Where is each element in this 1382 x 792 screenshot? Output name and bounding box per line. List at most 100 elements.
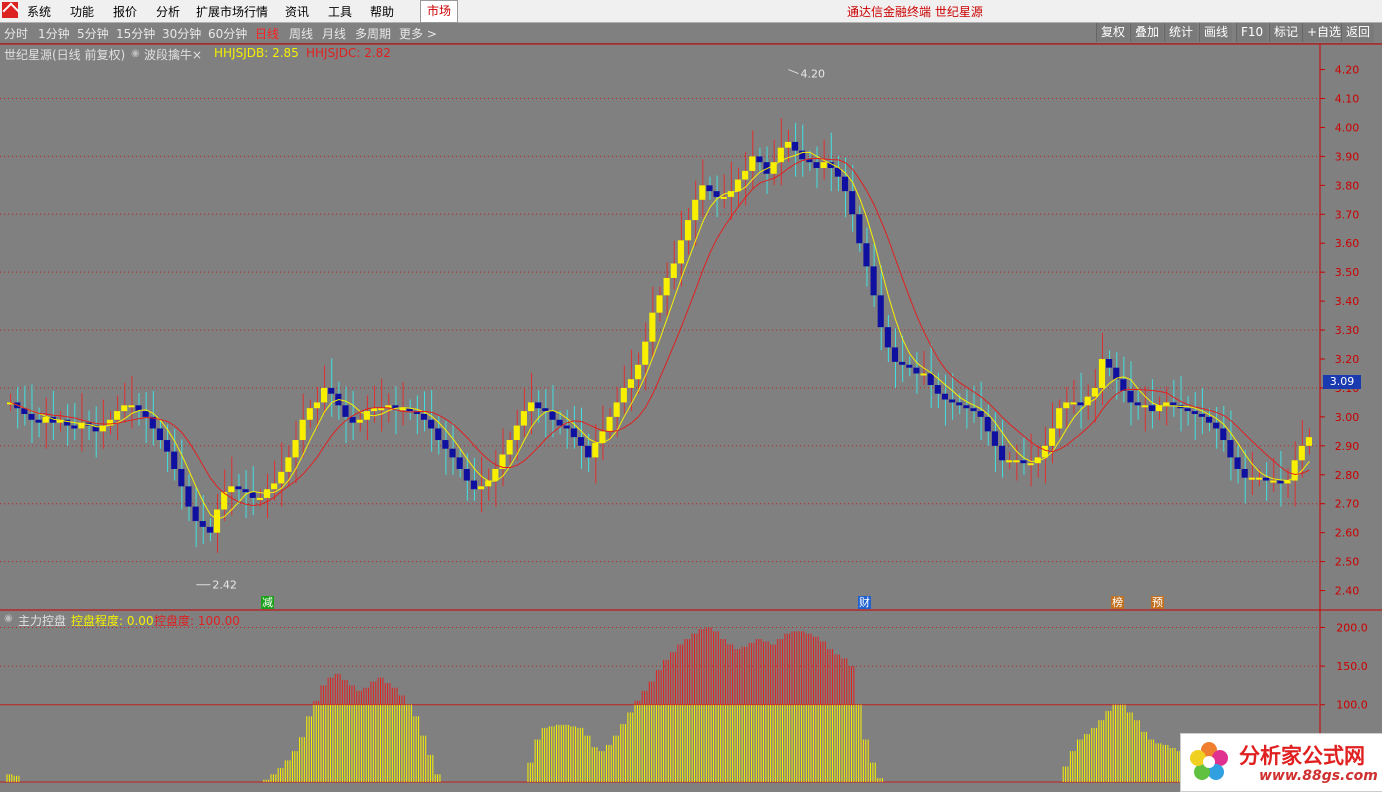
watermark-title: 分析家公式网 (1239, 744, 1365, 768)
kline-chart[interactable]: 4.20 4.10 4.00 3.90 3.80 3.70 3.60 3.50 3.40 3.30… (0, 0, 1382, 790)
candle-body (399, 408, 406, 411)
candle-body (563, 425, 570, 429)
candle-body (742, 170, 749, 180)
candle-body (370, 408, 378, 412)
candle-body (449, 448, 456, 458)
candle-body (949, 399, 956, 403)
candle-body (1127, 390, 1134, 403)
candle-body (841, 176, 849, 192)
candle-body (627, 379, 635, 388)
candle-body (1163, 402, 1170, 406)
event-marker-rank[interactable]: 榜 (1111, 596, 1124, 609)
candle-body (156, 428, 164, 441)
candle-body (1048, 428, 1056, 446)
candle-body (577, 437, 585, 446)
candle-body (313, 402, 321, 409)
candle-body (635, 364, 642, 380)
candle-body (292, 440, 299, 458)
candle-body (699, 185, 706, 200)
candle-body (428, 419, 435, 429)
candle-body (977, 411, 984, 417)
candle-body (520, 411, 527, 426)
event-marker-forecast[interactable]: 预 (1151, 596, 1164, 609)
price-tick-label: 2.70 (1335, 498, 1360, 511)
candle-body (613, 402, 620, 417)
candle-body (1220, 428, 1227, 441)
candle-body (877, 295, 884, 328)
candle-body (178, 468, 185, 487)
high-mark-label: 4.20 (800, 68, 825, 81)
candle-body (941, 393, 949, 400)
candle-body (991, 431, 998, 446)
candle-body (820, 162, 827, 168)
candle-body (456, 457, 463, 469)
candle-body (542, 408, 549, 412)
candle-body (1141, 405, 1148, 408)
price-tick-label: 2.50 (1335, 556, 1360, 569)
event-marker-reduce[interactable]: 减 (261, 596, 274, 609)
candle-body (513, 425, 520, 441)
candle-body (506, 440, 513, 455)
candle-body (677, 240, 684, 264)
candle-body (35, 419, 42, 423)
candle-body (299, 419, 306, 441)
candle-body (656, 295, 663, 313)
candle-body (1305, 437, 1312, 446)
candle-body (599, 431, 606, 443)
candle-body (28, 413, 35, 420)
candle-body (114, 411, 121, 420)
moving-average-series (10, 151, 1310, 520)
candle-body (1041, 445, 1048, 458)
candlestick-series (7, 118, 1312, 553)
price-tick-label: 2.40 (1335, 585, 1360, 598)
candle-body (792, 141, 799, 151)
candle-body (813, 162, 820, 168)
candle-body (749, 156, 756, 171)
chart-grid (0, 43, 1382, 790)
candle-body (1298, 445, 1305, 461)
candle-body (720, 196, 727, 199)
candle-body (470, 480, 478, 490)
candle-body (956, 402, 963, 406)
candle-body (1120, 379, 1127, 391)
candle-body (1255, 477, 1263, 480)
candle-body (128, 405, 135, 408)
low-mark-label: 2.42 (212, 579, 237, 592)
candle-body (692, 199, 699, 221)
candle-body (285, 457, 292, 472)
candle-body (1213, 422, 1220, 429)
candle-body (185, 486, 192, 507)
candle-body (435, 428, 442, 441)
event-marker-finance[interactable]: 财 (858, 596, 871, 609)
price-tick-label: 3.70 (1335, 208, 1360, 221)
candle-body (420, 413, 428, 420)
candle-body (863, 243, 870, 267)
candle-body (899, 361, 906, 365)
candle-body (870, 266, 877, 296)
candle-body (1077, 402, 1084, 406)
candle-body (1134, 402, 1141, 406)
candle-body (670, 263, 677, 278)
price-tick-label: 3.50 (1335, 266, 1360, 279)
candle-body (1270, 480, 1277, 483)
candle-body (649, 312, 656, 342)
watermark-logo: 分析家公式网 www.88gs.com (1180, 733, 1382, 792)
candle-body (1170, 402, 1177, 406)
price-tick-label: 3.60 (1335, 237, 1360, 250)
candle-body (984, 416, 991, 432)
candle-body (620, 387, 627, 403)
candle-body (71, 425, 78, 429)
candle-body (1070, 402, 1077, 405)
candle-body (213, 509, 221, 533)
candle-body (321, 387, 328, 403)
candle-body (442, 440, 449, 449)
price-tick-label: 4.10 (1335, 93, 1360, 106)
candle-body (734, 179, 742, 192)
candle-body (1205, 416, 1213, 423)
candle-body (1020, 460, 1027, 464)
candle-body (242, 489, 249, 493)
price-tick-label: 4.00 (1335, 121, 1360, 134)
candle-body (706, 185, 713, 192)
current-price-tag: 3.09 (1323, 375, 1361, 389)
candle-body (1098, 358, 1106, 388)
